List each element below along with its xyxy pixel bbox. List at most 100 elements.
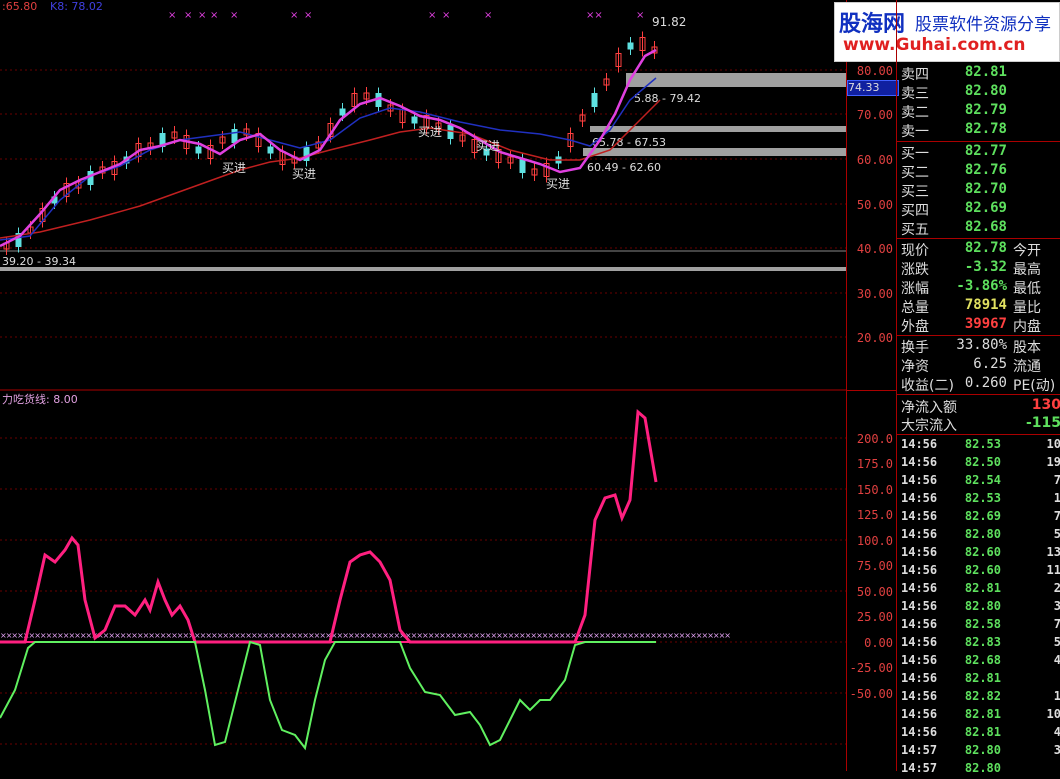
tick-time: 14:56 [901,653,938,667]
tick-price: 82.58 [964,617,1001,631]
order-price: 82.69 [964,200,1007,216]
tick-volume: 1 [1053,491,1060,505]
stat-row: 涨跌 -3.32 最高 [897,259,1060,278]
stat-row: 涨幅 -3.86% 最低 [897,278,1060,297]
tick-time: 14:57 [901,761,938,775]
tick-time: 14:56 [901,491,938,505]
stat-label2: 今开 [1013,243,1041,259]
price-axis: 80.00 74.33 70.00 60.00 50.00 40.00 30.0… [846,0,899,771]
candle [267,146,274,154]
axis-tick: 200.0 [856,432,893,446]
top-markers: × × × × × × × × × × ×× × [168,10,644,21]
main-grid [0,69,846,338]
indicator-pink-line [0,408,658,644]
quote-panel: 卖四 82.81 卖三 82.80 卖二 82.79 卖一 82.78 买一 8… [896,0,1060,775]
ma-magenta-line [0,48,657,248]
tick-time: 14:56 [901,473,938,487]
tick-volume: 13 [1046,545,1060,559]
tick-volume: 10 [1046,437,1060,451]
tick-row: 14:56 82.82 1 [897,689,1060,707]
order-buy-5[interactable]: 买五 82.68 [897,219,1060,238]
tick-row: 14:56 82.50 19 [897,455,1060,473]
order-buy-4[interactable]: 买四 82.69 [897,200,1060,219]
order-label: 买四 [901,203,929,219]
order-price: 82.76 [964,162,1007,178]
tick-time: 14:56 [901,725,938,739]
axis-tick: 70.00 [856,108,893,122]
tick-price: 82.81 [964,581,1001,595]
tick-time: 14:56 [901,671,938,685]
ma1-label: :65.80 [2,0,37,13]
stat2-row: 收益(二) 0.260 PE(动) [897,375,1060,394]
tick-time: 14:56 [901,689,938,703]
flow-row: 净流入额 130 [897,397,1060,416]
axis-tick: 80.00 [856,64,893,78]
stat-value: -3.32 [964,259,1007,275]
order-label: 卖一 [901,124,929,140]
stat-row: 外盘 39967 内盘 [897,316,1060,335]
tick-price: 82.81 [964,671,1001,685]
order-label: 卖四 [901,67,929,83]
order-buy-3[interactable]: 买三 82.70 [897,181,1060,200]
stat-row: 现价 82.78 今开 [897,240,1060,259]
flow-row: 大宗流入 -115 [897,415,1060,434]
stat2-row: 净资 6.25 流通 [897,356,1060,375]
tick-volume: 10 [1046,707,1060,721]
tick-time: 14:56 [901,581,938,595]
candle [627,42,634,50]
svg-text:×: × [484,10,492,21]
svg-text:×: × [184,10,192,21]
svg-text:×: × [210,10,218,21]
order-price: 82.80 [964,83,1007,99]
axis-tick: 75.00 [856,559,893,573]
tick-time: 14:56 [901,707,938,721]
stat-label: 涨幅 [901,281,929,297]
order-label: 卖二 [901,105,929,121]
tick-row: 14:56 82.80 3 [897,599,1060,617]
tick-price: 82.80 [964,743,1001,757]
buy-marker: 买进 [546,177,570,191]
tick-volume: 7 [1053,509,1060,523]
order-sell-4[interactable]: 卖四 82.81 [897,64,1060,83]
stat-label: 换手 [901,340,929,356]
candle [519,159,526,173]
stat-label: 净资 [901,359,929,375]
tick-price: 82.83 [964,635,1001,649]
order-sell-3[interactable]: 卖三 82.80 [897,83,1060,102]
tick-price: 82.53 [964,491,1001,505]
svg-text:×: × [428,10,436,21]
range-bar-4 [0,267,846,271]
tick-price: 82.80 [964,527,1001,541]
stat-value: 82.78 [964,240,1007,256]
order-sell-2[interactable]: 卖二 82.79 [897,102,1060,121]
order-buy-2[interactable]: 买二 82.76 [897,162,1060,181]
range-label-1: 5.88 - 79.42 [634,92,701,105]
stat-label2: 量比 [1013,300,1041,316]
tick-price: 82.81 [964,725,1001,739]
stat-value: 39967 [964,316,1007,332]
range-label-2: 65.78 - 67.53 [592,136,666,149]
tick-row: 14:56 82.60 13 [897,545,1060,563]
stat2-row: 换手 33.80% 股本 [897,337,1060,356]
tick-row: 14:56 82.53 10 [897,437,1060,455]
axis-tick: 40.00 [856,242,893,256]
tick-price: 82.68 [964,653,1001,667]
indicator-title: 力吃货线: 8.00 [2,392,78,406]
order-sell-1[interactable]: 卖一 82.78 [897,121,1060,140]
axis-tick: 100.0 [856,534,893,548]
tick-volume: 2 [1053,581,1060,595]
candle [195,146,202,154]
order-price: 82.77 [964,143,1007,159]
candles [3,31,658,255]
flow-value: 130 [1031,397,1060,413]
tick-price: 82.81 [964,707,1001,721]
stat-label2: PE(动) [1013,378,1056,394]
svg-text:×: × [198,10,206,21]
order-label: 卖三 [901,86,929,102]
range-label-3: 60.49 - 62.60 [587,161,661,174]
order-buy-1[interactable]: 买一 82.77 [897,143,1060,162]
high-label: 91.82 [652,15,686,29]
flow-label: 净流入额 [901,400,957,416]
tick-volume: 5 [1053,527,1060,541]
kline-chart[interactable]: :65.80 K8: 78.02 5.88 - 79.42 65.78 - 67… [0,0,846,771]
